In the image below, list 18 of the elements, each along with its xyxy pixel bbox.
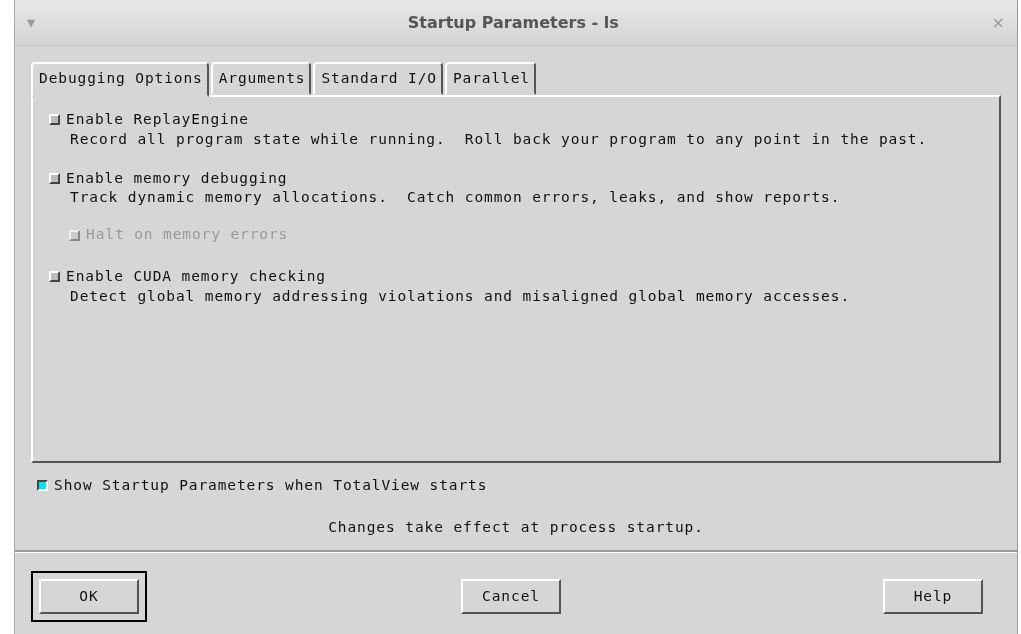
option-description: Track dynamic memory allocations. Catch common errors, leaks, and show reports. (69, 189, 842, 207)
checkbox-label: Halt on memory errors (86, 225, 289, 245)
tab[interactable]: Debugging Options (31, 62, 209, 97)
checkbox-label: Show Startup Parameters when TotalView starts (54, 475, 488, 495)
dialog-button[interactable]: Help (883, 579, 983, 615)
window-title: Startup Parameters - ls (406, 11, 620, 34)
checkbox-label: Enable memory debugging (66, 168, 288, 188)
tab[interactable]: Arguments (210, 62, 312, 95)
checkbox-label: Enable ReplayEngine (66, 109, 249, 129)
dialog-button[interactable]: Cancel (461, 579, 561, 615)
option-description: Detect global memory addressing violations and misaligned global memory accesses. (69, 287, 851, 305)
dialog-button[interactable]: OK (39, 579, 139, 615)
status-message: Changes take effect at process startup. (327, 517, 705, 537)
tab[interactable]: Parallel (444, 62, 536, 95)
tab[interactable]: Standard I/O (313, 62, 443, 95)
checkbox-label: Enable CUDA memory checking (66, 267, 326, 286)
option-description: Record all program state while running. Roll back your program to any point in the past. (69, 130, 929, 148)
checkbox[interactable] (37, 480, 48, 492)
